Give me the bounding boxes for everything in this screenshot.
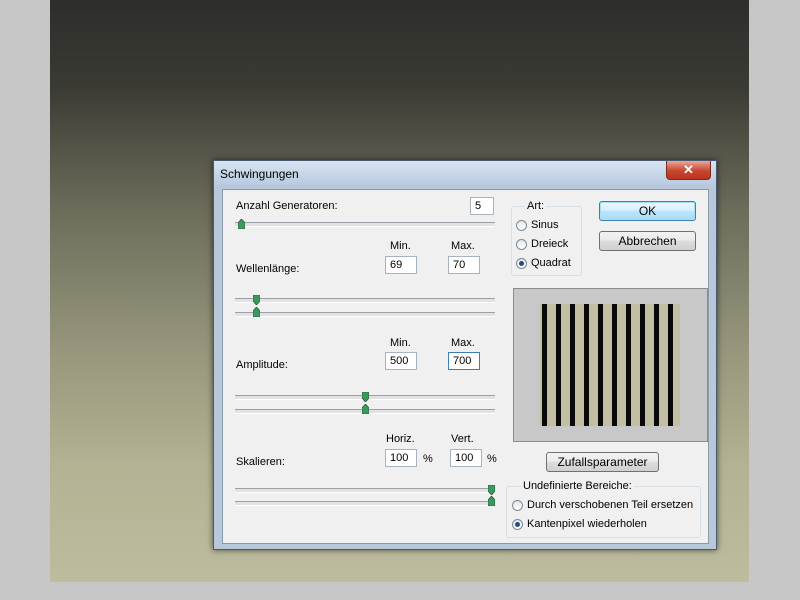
radio-wrap-around[interactable]: [512, 500, 523, 511]
dialog-title: Schwingungen: [220, 167, 299, 181]
amplitude-max-slider-thumb[interactable]: [361, 404, 369, 414]
wavelength-label: Wellenlänge:: [236, 263, 300, 275]
generators-slider-thumb[interactable]: [237, 219, 245, 229]
wavelength-min-label: Min.: [390, 240, 411, 252]
scale-vert-unit: %: [487, 453, 497, 465]
scale-horiz-slider-track[interactable]: [235, 488, 495, 493]
preview-stripe: [626, 304, 631, 426]
scale-horiz-slider-thumb[interactable]: [488, 485, 495, 495]
scale-vert-input[interactable]: 100: [450, 449, 482, 467]
amplitude-label: Amplitude:: [236, 359, 288, 371]
wavelength-min-slider-thumb[interactable]: [252, 295, 260, 305]
radio-quadrat[interactable]: [516, 258, 527, 269]
wave-filter-dialog: Schwingungen ✕ Anzahl Generatoren: 5 Min…: [213, 160, 717, 550]
amplitude-min-label: Min.: [390, 337, 411, 349]
preview-stripe: [570, 304, 575, 426]
type-group-title: Art:: [525, 200, 547, 212]
radio-repeat-edge[interactable]: [512, 519, 523, 530]
preview-stripe: [612, 304, 617, 426]
radio-wrap-around-label: Durch verschobenen Teil ersetzen: [527, 499, 694, 511]
wavelength-max-slider-track[interactable]: [235, 312, 495, 317]
generators-slider-track[interactable]: [235, 222, 495, 227]
wavelength-max-label: Max.: [451, 240, 475, 252]
close-icon: ✕: [683, 162, 694, 177]
amplitude-min-slider-thumb[interactable]: [361, 392, 369, 402]
generators-label: Anzahl Generatoren:: [236, 200, 338, 212]
ok-button[interactable]: OK: [599, 201, 696, 221]
undefined-areas-group: [506, 486, 701, 538]
preview-stripe: [598, 304, 603, 426]
preview-stripe: [640, 304, 645, 426]
radio-dreieck-label: Dreieck: [531, 238, 569, 250]
preview-stripe: [654, 304, 659, 426]
dialog-titlebar[interactable]: Schwingungen ✕: [214, 161, 716, 185]
randomize-button[interactable]: Zufallsparameter: [546, 452, 659, 472]
radio-dreieck[interactable]: [516, 239, 527, 250]
amplitude-max-input[interactable]: 700: [448, 352, 480, 370]
amplitude-max-label: Max.: [451, 337, 475, 349]
preview-stripe: [584, 304, 589, 426]
preview-image: [540, 304, 680, 426]
wavelength-min-input[interactable]: 69: [385, 256, 417, 274]
wavelength-max-slider-thumb[interactable]: [252, 307, 260, 317]
undefined-areas-title: Undefinierte Bereiche:: [521, 480, 634, 492]
radio-repeat-edge-label: Kantenpixel wiederholen: [527, 518, 647, 530]
scale-horiz-input[interactable]: 100: [385, 449, 417, 467]
cancel-button[interactable]: Abbrechen: [599, 231, 696, 251]
radio-sinus-label: Sinus: [531, 219, 559, 231]
amplitude-min-input[interactable]: 500: [385, 352, 417, 370]
scale-vert-slider-thumb[interactable]: [488, 496, 495, 506]
scale-horiz-unit: %: [423, 453, 433, 465]
generators-input[interactable]: 5: [470, 197, 494, 215]
wavelength-max-input[interactable]: 70: [448, 256, 480, 274]
scale-horiz-label: Horiz.: [386, 433, 415, 445]
preview-panel: [513, 288, 708, 442]
scale-label: Skalieren:: [236, 456, 285, 468]
scale-vert-slider-track[interactable]: [235, 501, 495, 506]
dialog-body: Anzahl Generatoren: 5 Min. Max. Wellenlä…: [222, 189, 709, 544]
wavelength-min-slider-track[interactable]: [235, 298, 495, 303]
preview-stripe: [556, 304, 561, 426]
close-button[interactable]: ✕: [666, 161, 711, 180]
preview-stripe: [668, 304, 673, 426]
preview-stripe: [542, 304, 547, 426]
scale-vert-label: Vert.: [451, 433, 474, 445]
radio-quadrat-label: Quadrat: [531, 257, 571, 269]
radio-sinus[interactable]: [516, 220, 527, 231]
